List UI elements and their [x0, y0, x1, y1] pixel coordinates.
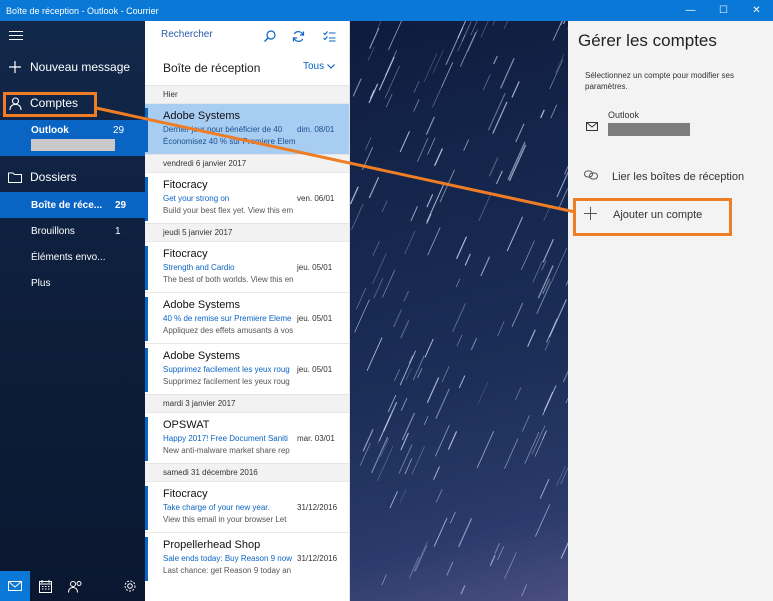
callout-arrow: [95, 106, 576, 214]
